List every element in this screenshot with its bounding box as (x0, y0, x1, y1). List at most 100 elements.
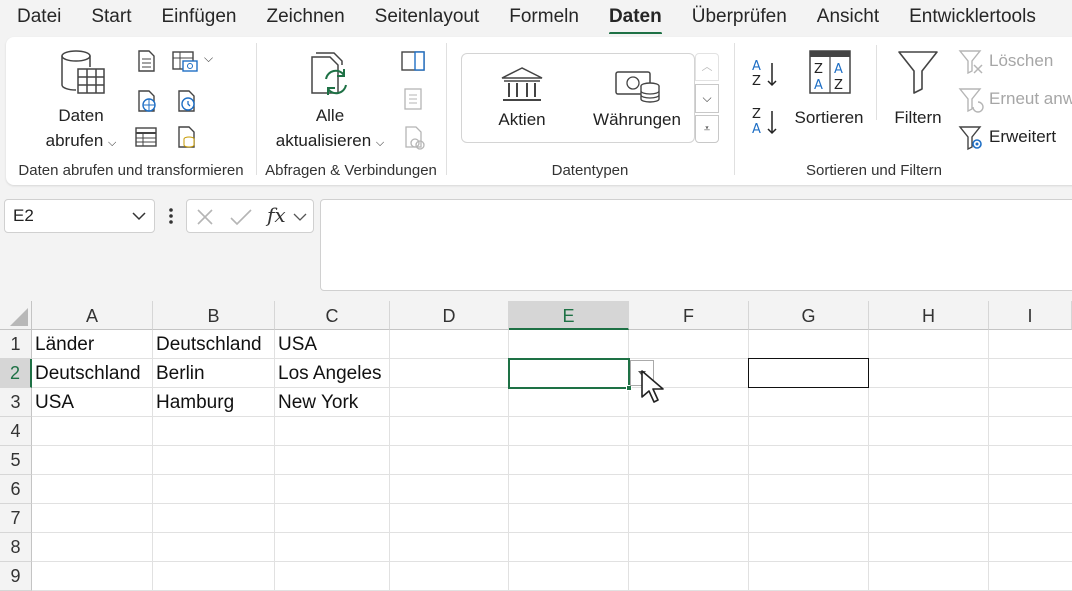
confirm-check-icon[interactable] (229, 207, 253, 227)
column-header-H[interactable]: H (869, 301, 989, 330)
menu-tab-ansicht[interactable]: Ansicht (817, 2, 879, 32)
cell-A1[interactable]: Länder (32, 330, 94, 359)
from-table-icon[interactable] (134, 125, 158, 149)
cell-C3[interactable]: New York (275, 388, 358, 417)
cell-B2[interactable]: Berlin (153, 359, 205, 388)
column-header-F[interactable]: F (629, 301, 749, 330)
menu-tab-entwicklertools[interactable]: Entwicklertools (909, 2, 1036, 32)
cell-A3[interactable]: USA (32, 388, 74, 417)
menu-tab-formeln[interactable]: Formeln (509, 2, 579, 32)
menu-tab-start[interactable]: Start (91, 2, 131, 32)
advanced-filter-icon (958, 126, 982, 151)
name-box[interactable]: E2 (4, 199, 155, 233)
reapply-filter-label: Erneut anwe (989, 89, 1072, 108)
gridline (32, 503, 1072, 504)
group-datatypes: Datentypen (446, 37, 734, 185)
column-header-G[interactable]: G (749, 301, 869, 330)
clear-filter-icon (958, 50, 983, 75)
sort-dialog-icon: Z A A Z (809, 50, 851, 94)
row-header-9[interactable]: 9 (0, 562, 32, 591)
bordered-cell-G2[interactable] (748, 358, 869, 388)
column-header-B[interactable]: B (153, 301, 275, 330)
row-header-1[interactable]: 1 (0, 330, 32, 359)
cell-B1[interactable]: Deutschland (153, 330, 262, 359)
recent-sources-icon[interactable] (174, 89, 198, 113)
chevron-down-icon (132, 212, 146, 221)
column-header-A[interactable]: A (32, 301, 153, 330)
svg-text:Z: Z (752, 107, 761, 122)
menu-bar: Datei Start Einfügen Zeichnen Seitenlayout Fo… (0, 0, 1072, 34)
chevron-down-icon: ⌵ (375, 137, 385, 149)
properties-icon[interactable] (402, 87, 424, 111)
cell-B3[interactable]: Hamburg (153, 388, 234, 417)
menu-tab-seitenlayout[interactable]: Seitenlayout (375, 2, 480, 32)
menu-tab-daten[interactable]: Daten (608, 2, 662, 34)
active-cell[interactable] (508, 358, 630, 389)
get-data-label-1: Daten (58, 106, 104, 125)
get-data-label-2: abrufen ⌵ (36, 129, 126, 155)
chevron-down-icon[interactable] (293, 212, 307, 222)
column-header-C[interactable]: C (275, 301, 390, 330)
menu-tab-datei[interactable]: Datei (17, 2, 61, 32)
group-label-sort-filter: Sortieren und Filtern (806, 162, 942, 179)
mouse-cursor-icon (639, 369, 667, 410)
more-options-icon[interactable] (163, 203, 179, 229)
cancel-icon[interactable] (195, 207, 215, 227)
row-header-8[interactable]: 8 (0, 533, 32, 562)
advanced-filter-button[interactable]: Erweitert (954, 125, 1072, 151)
insert-function-icon[interactable]: fx (267, 203, 286, 227)
cell-C2[interactable]: Los Angeles (275, 359, 382, 388)
chevron-down-icon[interactable]: ⌵ (204, 51, 213, 66)
from-text-csv-icon[interactable] (134, 49, 158, 73)
from-web-icon[interactable] (134, 89, 158, 113)
row-header-2[interactable]: 2 (0, 359, 32, 388)
refresh-all-label-2: aktualisieren ⌵ (268, 129, 392, 155)
group-label-datatypes: Datentypen (551, 162, 629, 179)
cell-C1[interactable]: USA (275, 330, 317, 359)
row-header-6[interactable]: 6 (0, 475, 32, 504)
queries-connections-pane-icon[interactable] (400, 49, 426, 73)
select-all-triangle-icon (10, 308, 28, 326)
get-data-button[interactable]: Daten abrufen ⌵ (36, 45, 126, 150)
gridline (389, 330, 390, 591)
column-header-E[interactable]: E (509, 301, 629, 330)
column-header-D[interactable]: D (390, 301, 509, 330)
svg-text:Z: Z (752, 74, 761, 89)
svg-text:A: A (752, 122, 761, 137)
clear-filter-button[interactable]: Löschen (954, 49, 1072, 75)
refresh-all-button[interactable]: Alle aktualisieren ⌵ (268, 45, 392, 150)
menu-tab-zeichnen[interactable]: Zeichnen (267, 2, 345, 32)
group-queries-connections: Alle aktualisieren ⌵ Abfragen & Verbindu… (256, 37, 446, 185)
reapply-filter-button[interactable]: Erneut anwe (954, 87, 1072, 113)
cell-A2[interactable]: Deutschland (32, 359, 141, 388)
filter-funnel-icon (898, 51, 938, 94)
gridline (32, 445, 1072, 446)
refresh-all-icon (311, 52, 347, 95)
svg-text:Z: Z (814, 62, 823, 77)
row-header-4[interactable]: 4 (0, 417, 32, 446)
select-all-corner[interactable] (0, 301, 32, 330)
clear-filter-label: Löschen (989, 51, 1054, 70)
sort-z-to-a-icon[interactable]: Z A (750, 105, 780, 137)
refresh-all-label-1: Alle (315, 106, 345, 125)
filter-button[interactable]: Filtern (882, 45, 954, 127)
row-header-3[interactable]: 3 (0, 388, 32, 417)
sort-label: Sortieren (794, 108, 864, 127)
sort-a-to-z-icon[interactable]: A Z (750, 57, 780, 89)
sort-button[interactable]: Z A A Z Sortieren (786, 45, 872, 127)
menu-tab-einfügen[interactable]: Einfügen (161, 2, 236, 32)
row-header-5[interactable]: 5 (0, 446, 32, 475)
from-picture-icon[interactable] (171, 49, 199, 73)
existing-connections-icon[interactable] (174, 125, 198, 149)
row-header-7[interactable]: 7 (0, 504, 32, 533)
group-label-get-transform: Daten abrufen und transformieren (18, 162, 244, 179)
column-header-I[interactable]: I (989, 301, 1072, 330)
menu-tab-überprüfen[interactable]: Überprüfen (692, 2, 787, 32)
formula-input[interactable] (320, 199, 1072, 291)
group-get-transform: Daten abrufen ⌵ ⌵ Daten abrufen und tran… (6, 37, 256, 185)
formula-controls: fx (186, 199, 314, 233)
ribbon: Daten abrufen ⌵ ⌵ Daten abrufen und tran… (6, 37, 1072, 185)
name-box-value: E2 (13, 206, 34, 225)
edit-links-icon[interactable] (402, 125, 426, 151)
gridline (32, 561, 1072, 562)
